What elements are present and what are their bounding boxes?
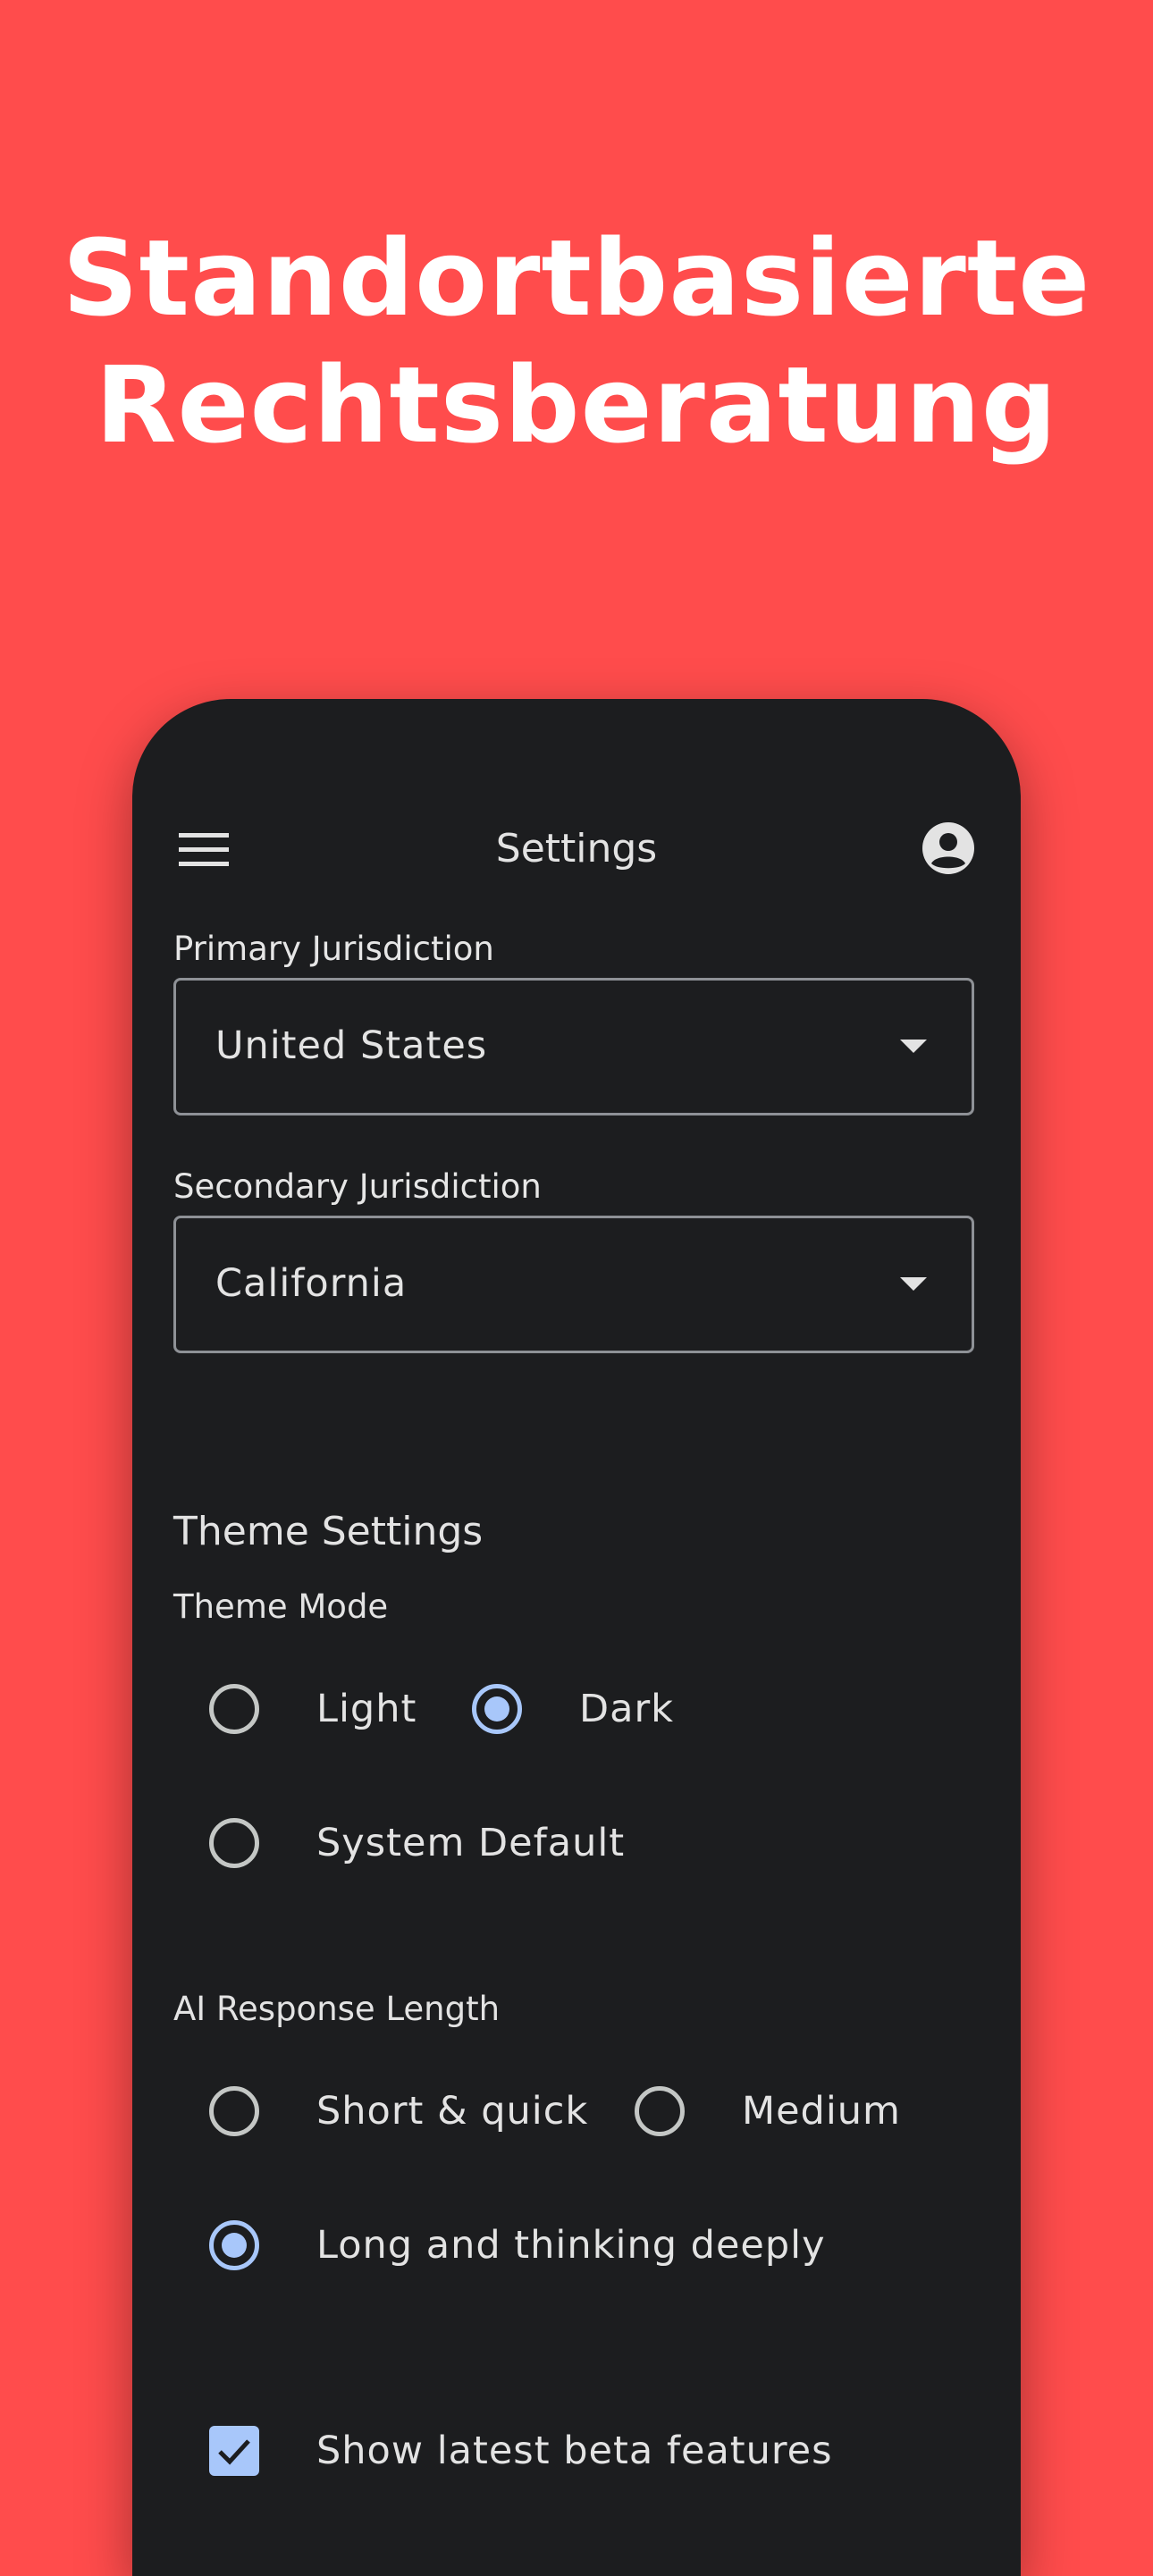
promo-headline: Standortbasierte Rechtsberatung <box>0 215 1153 468</box>
radio-label: Long and thinking deeply <box>316 2223 826 2268</box>
promo-headline-line-1: Standortbasierte <box>62 216 1091 340</box>
primary-jurisdiction-select[interactable]: United States <box>173 978 974 1115</box>
radio-button[interactable] <box>209 2086 259 2136</box>
radio-button-selected[interactable] <box>209 2220 259 2270</box>
theme-mode-label: Theme Mode <box>173 1587 389 1626</box>
secondary-jurisdiction-label: Secondary Jurisdiction <box>173 1167 542 1206</box>
primary-jurisdiction-value: United States <box>215 1023 488 1068</box>
phone-screen: Settings Primary Jurisdiction United Sta… <box>132 699 1021 2576</box>
beta-features-toggle[interactable]: Show latest beta features <box>209 2415 942 2487</box>
theme-option-light[interactable]: Light <box>209 1673 459 1745</box>
radio-button[interactable] <box>635 2086 685 2136</box>
radio-label: Short & quick <box>316 2089 589 2134</box>
radio-label: Light <box>316 1687 417 1731</box>
radio-button[interactable] <box>209 1684 259 1734</box>
response-option-short[interactable]: Short & quick <box>209 2075 638 2147</box>
top-app-bar: Settings <box>132 806 1021 896</box>
account-circle-icon[interactable] <box>921 821 976 876</box>
beta-features-label: Show latest beta features <box>316 2429 833 2473</box>
radio-label: Dark <box>579 1687 675 1731</box>
radio-label: Medium <box>742 2089 901 2134</box>
page-title: Settings <box>495 826 658 871</box>
response-option-long[interactable]: Long and thinking deeply <box>209 2210 924 2281</box>
radio-label: System Default <box>316 1821 626 1865</box>
response-option-medium[interactable]: Medium <box>635 2075 938 2147</box>
dropdown-arrow-icon <box>900 1277 927 1291</box>
secondary-jurisdiction-value: California <box>215 1261 408 1306</box>
primary-jurisdiction-label: Primary Jurisdiction <box>173 930 494 968</box>
theme-option-dark[interactable]: Dark <box>472 1673 704 1745</box>
dropdown-arrow-icon <box>900 1040 927 1053</box>
promo-headline-line-2: Rechtsberatung <box>95 343 1058 467</box>
checkbox-checked[interactable] <box>209 2426 259 2476</box>
theme-settings-title: Theme Settings <box>173 1509 484 1554</box>
radio-button[interactable] <box>209 1818 259 1868</box>
ai-response-length-label: AI Response Length <box>173 1990 501 2028</box>
radio-button-selected[interactable] <box>472 1684 522 1734</box>
theme-option-system-default[interactable]: System Default <box>209 1807 710 1879</box>
secondary-jurisdiction-select[interactable]: California <box>173 1216 974 1353</box>
